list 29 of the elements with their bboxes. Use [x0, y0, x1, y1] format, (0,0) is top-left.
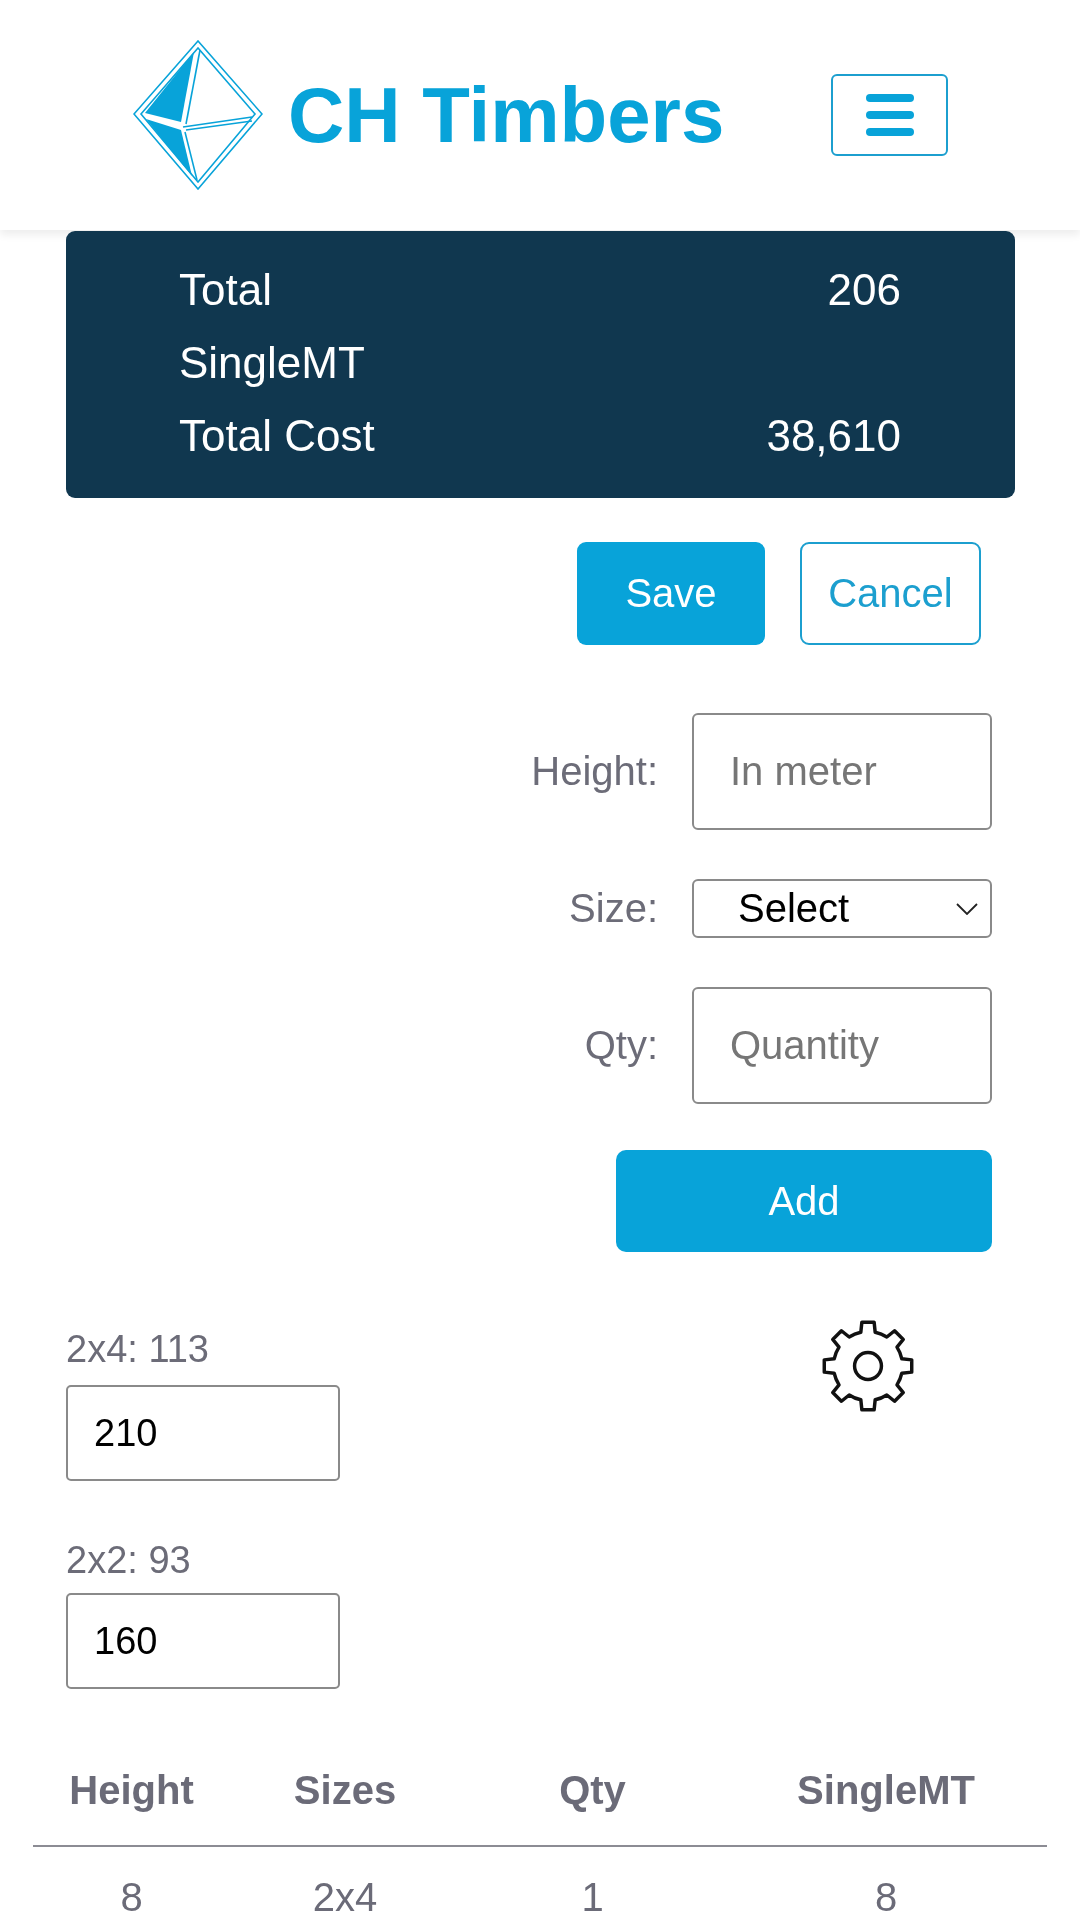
- column-header: SingleMT: [725, 1759, 1047, 1847]
- table-cell-text: 1: [580, 1874, 605, 1917]
- field-label: Qty:: [584, 1023, 658, 1068]
- summary-label: SingleMT: [179, 337, 366, 388]
- summary-label: Total: [179, 264, 273, 315]
- field-label: Height:: [531, 749, 658, 794]
- menu-icon: [865, 94, 914, 136]
- summary-value: 38,610: [766, 410, 901, 461]
- table-cell-text: 2x4: [311, 1874, 379, 1917]
- input-field[interactable]: In meter: [692, 713, 992, 830]
- summary-label: Total Cost: [179, 410, 376, 461]
- rate-label: 2x2: 93: [66, 1538, 192, 1582]
- dropdown-field[interactable]: Select: [692, 879, 992, 938]
- field-label: Size:: [569, 886, 658, 931]
- summary-value: 206: [826, 264, 901, 315]
- input-field[interactable]: 210: [66, 1385, 340, 1481]
- column-header: Height: [33, 1759, 230, 1847]
- input-field[interactable]: Quantity: [692, 987, 992, 1104]
- table-cell-text: 8: [119, 1874, 144, 1917]
- brand-title: CH Timbers: [288, 76, 725, 154]
- chevron-down-icon: [956, 902, 978, 915]
- diamond-logo-icon: [133, 40, 263, 190]
- column-header: Sizes: [230, 1759, 460, 1847]
- settings-icon[interactable]: [820, 1318, 916, 1414]
- column-header: Qty: [460, 1759, 725, 1847]
- table-cell-text: 8: [873, 1874, 899, 1917]
- rate-label: 2x4: 113: [66, 1327, 210, 1371]
- menu-button[interactable]: [831, 74, 948, 156]
- input-field[interactable]: 160: [66, 1593, 340, 1689]
